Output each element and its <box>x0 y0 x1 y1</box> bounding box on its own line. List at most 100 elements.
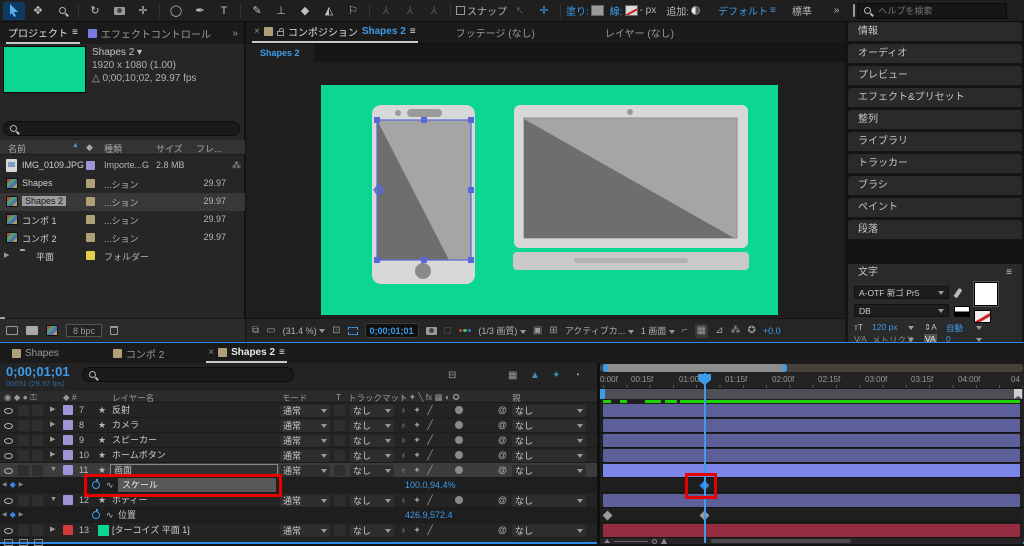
fast-preview-icon[interactable]: ▦ <box>695 324 708 338</box>
add-label[interactable]: 追加: <box>666 3 689 18</box>
graph-editor-toggle-icon[interactable] <box>34 539 43 546</box>
leading-dropdown-icon[interactable] <box>976 326 982 330</box>
pickwhip-icon[interactable]: @ <box>498 493 507 507</box>
graph-icon[interactable]: ∿ <box>106 508 114 522</box>
motion-blur-toggle[interactable] <box>455 406 463 414</box>
expand-arrow[interactable]: ▶ <box>4 251 9 259</box>
keyframe-navigator[interactable]: ◀◆▶ <box>2 478 23 492</box>
fill-label[interactable]: 塗り: <box>566 3 589 18</box>
layer-switches[interactable] <box>400 448 435 462</box>
label-chip[interactable] <box>63 420 73 430</box>
layer-row[interactable]: ▶ 8★ カメラ 通常 なし @ なし <box>0 418 597 433</box>
timeline-track-area[interactable]: 0:00f 00:15f 01:00f 01:15f 02:00f 02:15f… <box>600 363 1023 544</box>
project-search-box[interactable] <box>3 121 240 136</box>
label-column-icon[interactable]: ◆ <box>86 142 93 153</box>
expand-arrow[interactable]: ▶ <box>50 418 55 432</box>
laptop-layer[interactable] <box>513 105 749 270</box>
layer-row[interactable]: ▶ 10★ ホームボタン 通常 なし @ なし <box>0 448 597 463</box>
label-chip[interactable] <box>86 251 95 260</box>
eraser-tool[interactable]: ◆ <box>294 2 316 20</box>
help-search-box[interactable] <box>857 3 1007 19</box>
collapse-arrow[interactable]: ▼ <box>50 463 57 477</box>
work-area-bar[interactable] <box>600 389 1023 399</box>
comp-subtab[interactable]: Shapes 2 <box>246 44 314 62</box>
transparency-grid-icon[interactable]: ⊞ <box>549 325 557 336</box>
layer-switches[interactable] <box>400 523 435 537</box>
project-search-input[interactable] <box>21 123 233 135</box>
eye-icon[interactable] <box>4 408 13 414</box>
tab-shapes2-active[interactable]: × Shapes 2 ≡ <box>206 343 287 363</box>
project-row-footage[interactable]: IMG_0109.JPG Importe...G 2.8 MB ⁂ <box>0 157 245 175</box>
motion-blur-icon[interactable]: ◔ <box>574 370 580 381</box>
horizontal-scrollbar[interactable] <box>711 539 851 543</box>
panel-library[interactable]: ライブラリ <box>848 132 1022 152</box>
stroke-width[interactable]: - px <box>640 5 657 16</box>
layer-switches[interactable] <box>400 493 435 507</box>
time-ruler[interactable]: 0:00f 00:15f 01:00f 01:15f 02:00f 02:15f… <box>600 373 1023 389</box>
timeline-button-icon[interactable]: ⊿ <box>715 325 723 336</box>
item-name[interactable]: コンポ 2 <box>22 232 57 245</box>
stroke-label[interactable]: 線: <box>610 3 623 18</box>
layer-name[interactable]: ホームボタン <box>112 448 166 462</box>
resolution-select[interactable]: (1/3 画質) <box>478 324 526 337</box>
tab-layer[interactable]: レイヤー (なし) <box>603 22 676 43</box>
eye-icon[interactable] <box>4 423 13 429</box>
pickwhip-icon[interactable]: @ <box>498 433 507 447</box>
interpret-footage-icon[interactable] <box>6 326 18 335</box>
item-name[interactable]: IMG_0109.JPG <box>22 160 82 170</box>
expand-arrow[interactable]: ▶ <box>50 403 55 417</box>
frame-blend-toggle-icon[interactable] <box>4 539 13 546</box>
eye-icon[interactable] <box>4 453 13 459</box>
expand-arrow[interactable]: ▶ <box>50 433 55 447</box>
eye-icon[interactable] <box>4 498 13 504</box>
col-type[interactable]: 種類 <box>104 142 122 155</box>
monitor-icon[interactable]: ▭ <box>266 325 275 336</box>
label-chip[interactable] <box>63 435 73 445</box>
next-keyframe-icon[interactable]: ▶ <box>19 478 24 492</box>
motion-blur-toggle[interactable] <box>455 496 463 504</box>
property-value[interactable]: 100.0,94.4% <box>405 478 456 492</box>
camera-tool[interactable] <box>108 2 130 20</box>
viewer-timecode[interactable]: 0;00;01;01 <box>365 323 419 338</box>
label-chip[interactable] <box>63 450 73 460</box>
property-name[interactable]: 位置 <box>118 508 136 522</box>
trkmat-select[interactable]: なし <box>350 495 394 507</box>
panel-brushes[interactable]: ブラシ <box>848 176 1022 196</box>
eye-icon[interactable] <box>4 528 13 534</box>
col-t[interactable]: T <box>336 392 341 402</box>
expand-arrow[interactable]: ▶ <box>50 523 55 537</box>
parent-select[interactable]: なし <box>512 405 586 417</box>
item-name[interactable]: Shapes 2 <box>22 196 66 206</box>
zoom-slider-knob[interactable] <box>652 539 657 544</box>
item-name[interactable]: 平面 <box>36 250 54 263</box>
project-row-comp[interactable]: Shapes ...ション 29.97 <box>0 175 245 193</box>
col-fps[interactable]: フレ... <box>196 142 222 155</box>
layer-bar-solid[interactable] <box>603 524 1020 537</box>
layer-bars-area[interactable] <box>600 403 1023 538</box>
close-icon[interactable]: × <box>254 26 260 37</box>
tab-effect-controls[interactable]: エフェクトコントロール <box>86 22 213 44</box>
font-size-dropdown-icon[interactable] <box>908 326 914 330</box>
trash-icon[interactable] <box>110 326 118 335</box>
panel-menu-icon[interactable]: ≡ <box>1006 264 1012 282</box>
keyframe-toggle-icon[interactable]: ◆ <box>10 478 16 492</box>
mask-toggle-icon[interactable]: ▣ <box>533 325 542 336</box>
layer-switches[interactable] <box>400 403 435 417</box>
panel-menu-icon[interactable]: ≡ <box>72 27 78 38</box>
hand-tool[interactable]: ✥ <box>27 2 49 20</box>
timeline-search-box[interactable] <box>82 367 294 382</box>
label-chip[interactable] <box>86 197 95 206</box>
col-size[interactable]: サイズ <box>156 142 183 155</box>
comp-thumbnail[interactable] <box>3 46 86 93</box>
project-row-comp[interactable]: コンポ 2 ...ション 29.97 <box>0 229 245 247</box>
motion-blur-toggle-icon[interactable] <box>19 539 28 546</box>
tab-shapes[interactable]: Shapes <box>10 343 61 363</box>
comp-name[interactable]: Shapes 2 ▾ <box>92 46 196 59</box>
snap-options-icon[interactable]: ↖ <box>509 2 531 20</box>
font-style-select[interactable]: DB <box>854 304 949 317</box>
panel-paint[interactable]: ペイント <box>848 198 1022 218</box>
zoom-tool[interactable] <box>51 2 73 20</box>
layer-switches[interactable] <box>400 433 435 447</box>
pickwhip-icon[interactable]: @ <box>498 403 507 417</box>
mode-select[interactable]: 通常 <box>280 495 330 507</box>
